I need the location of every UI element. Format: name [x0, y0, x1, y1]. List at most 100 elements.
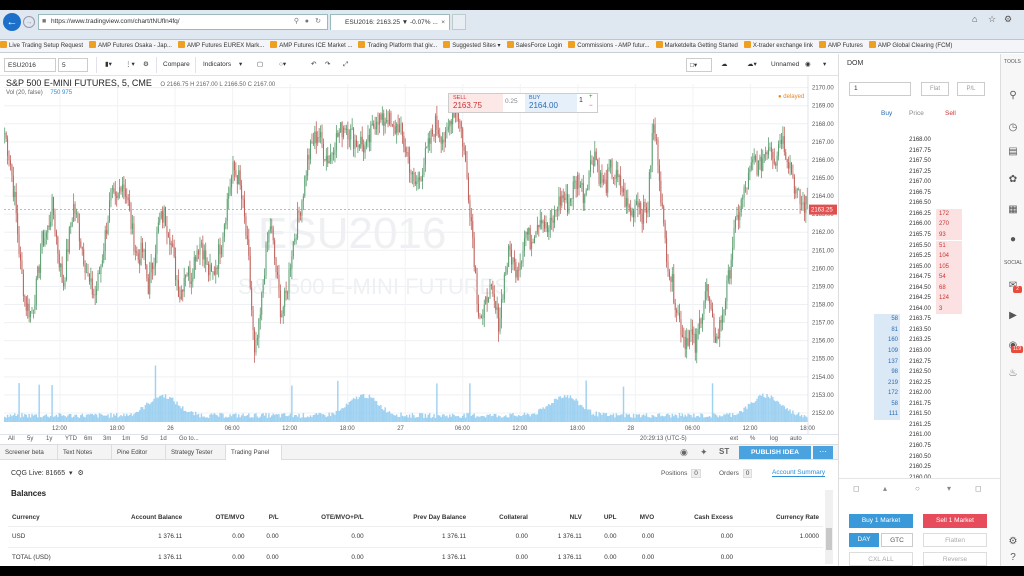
timeframe-button[interactable]: 1m — [122, 436, 130, 442]
refresh-icon[interactable]: ↻ — [315, 15, 321, 29]
favorite-link[interactable]: AMP Futures ICE Market ... — [270, 40, 352, 52]
qty-minus-icon[interactable]: − — [589, 103, 593, 109]
dom-ladder-row[interactable]: 2164.25 124 — [874, 293, 964, 304]
bar-style-icon[interactable]: ▮▾ — [102, 58, 115, 72]
dom-ladder-row[interactable]: 2164.00 3 — [874, 303, 964, 315]
tif-gtc-button[interactable]: GTC — [881, 533, 913, 547]
bottom-tab[interactable]: Trading Panel — [226, 445, 282, 460]
browser-tab-active[interactable]: ESU2016: 2163.25 ▼ -0.07% ... × — [330, 14, 450, 30]
dom-ladder-row[interactable]: 2161.50 111 — [874, 409, 964, 420]
dom-qty-input[interactable]: 1 — [849, 82, 911, 96]
settings-gear-icon[interactable]: ⚙ — [1004, 14, 1012, 25]
ideas-bulb-icon[interactable]: ● — [1007, 234, 1019, 246]
dom-ladder-row[interactable]: 2160.75 — [874, 441, 964, 452]
dom-ladder-row[interactable]: 2160.50 — [874, 452, 964, 463]
favorite-link[interactable]: AMP Futures — [818, 40, 863, 52]
clock-icon[interactable]: ◷ — [1007, 122, 1019, 134]
redo-icon[interactable]: ↷ — [322, 58, 333, 72]
dom-ladder-row[interactable]: 2167.00 — [874, 177, 964, 188]
cloud-load-icon[interactable]: ☁▾ — [744, 58, 760, 72]
dom-down-icon[interactable]: ▾ — [947, 484, 951, 493]
settings-gear-icon-rail[interactable]: ⚙ — [1007, 536, 1019, 548]
balance-column-header[interactable]: Currency — [8, 510, 87, 526]
timeframe-button[interactable]: 3m — [103, 436, 111, 442]
snapshot-camera-icon[interactable]: ◉ — [680, 447, 688, 458]
fullscreen-icon[interactable]: ▢ — [254, 58, 266, 72]
stocktwits-icon[interactable]: ST — [719, 447, 729, 456]
chart-settings-gear-icon[interactable]: ⚙ — [140, 58, 152, 72]
dom-ladder-row[interactable]: 2163.75 58 — [874, 314, 964, 325]
account-summary-tab[interactable]: Account Summary — [772, 469, 826, 477]
dom-ladder-row[interactable]: 2167.50 — [874, 156, 964, 167]
favorite-link[interactable]: AMP Futures EUREX Mark... — [177, 40, 264, 52]
panel-scrollbar[interactable] — [825, 490, 833, 564]
scale-toggle[interactable]: ext — [730, 436, 738, 442]
cloud-save-icon[interactable]: ☁ — [718, 58, 731, 72]
balance-column-header[interactable]: OTE/MVO+P/L — [283, 510, 368, 526]
timeframe-button[interactable]: 6m — [84, 436, 92, 442]
timeframe-button[interactable]: Go to... — [179, 436, 199, 442]
new-tab-button[interactable] — [452, 14, 466, 30]
dom-ladder-row[interactable]: 2165.75 93 — [874, 229, 964, 241]
dom-ladder-row[interactable]: 2167.25 — [874, 167, 964, 178]
favorite-link[interactable]: Marketdelta Getting Started — [655, 40, 738, 52]
reverse-button[interactable]: Reverse — [923, 552, 987, 566]
balance-column-header[interactable]: MVO — [620, 510, 658, 526]
more-icon[interactable]: ▾ — [820, 58, 829, 72]
dom-ladder-row[interactable]: 2167.75 — [874, 146, 964, 157]
chart-pane[interactable]: 2170.00 2169.00 2168.00 2167.00 2166.00 2165.… — [0, 76, 838, 434]
scale-toggle[interactable]: auto — [790, 436, 802, 442]
scale-toggle[interactable]: log — [770, 436, 778, 442]
bottom-tab[interactable]: Pine Editor — [112, 445, 166, 460]
favorite-link[interactable]: Trading Platform that giv... — [358, 40, 437, 52]
favorite-link[interactable]: SalesForce Login — [506, 40, 562, 52]
orders-tab[interactable]: Orders 0 — [719, 469, 753, 478]
balance-column-header[interactable]: OTE/MVO — [186, 510, 248, 526]
layout-grid-icon[interactable]: □▾ — [686, 58, 712, 72]
close-tab-icon[interactable]: × — [441, 15, 445, 30]
favorites-star-icon[interactable]: ☆ — [988, 14, 996, 25]
dom-flat-button[interactable]: Flat — [921, 82, 949, 96]
bottom-tab[interactable]: Screener beta — [0, 445, 58, 460]
dom-ladder-row[interactable]: 2160.25 — [874, 462, 964, 473]
expand-icon[interactable]: ⤢ — [340, 58, 351, 72]
cancel-all-button[interactable]: CXL ALL — [849, 552, 913, 566]
balance-column-header[interactable]: Cash Excess — [658, 510, 737, 526]
symbol-search-input[interactable]: ESU2016 — [4, 58, 56, 72]
publish-idea-button[interactable]: PUBLISH IDEA — [739, 446, 811, 459]
flatten-button[interactable]: Flatten — [923, 533, 987, 547]
watchlist-icon[interactable]: ⚲ — [1007, 90, 1019, 102]
qty-plus-icon[interactable]: + — [589, 94, 593, 100]
interval-selector[interactable]: 5 — [58, 58, 88, 72]
bottom-tab[interactable]: Text Notes — [58, 445, 112, 460]
dom-ladder-row[interactable]: 2163.25 160 — [874, 335, 964, 346]
indicators-dropdown-icon[interactable]: ▾ — [236, 58, 245, 72]
dom-ladder-row[interactable]: 2162.25 219 — [874, 377, 964, 389]
dom-ladder-row[interactable]: 2166.00 270 — [874, 219, 964, 230]
tif-day-button[interactable]: DAY — [849, 533, 879, 547]
home-icon[interactable]: ⌂ — [972, 14, 977, 24]
dom-pl-button[interactable]: P/L — [957, 82, 985, 96]
balance-column-header[interactable]: Currency Rate — [737, 510, 823, 526]
back-arrow-icon[interactable]: ← — [3, 13, 21, 31]
dom-ladder-row[interactable]: 2165.50 51 — [874, 240, 964, 251]
broker-settings-gear-icon[interactable]: ⚙ — [78, 470, 84, 477]
dom-ladder-row[interactable]: 2161.00 — [874, 430, 964, 441]
publish-more-icon[interactable]: ⋯ — [813, 446, 833, 459]
dom-ladder-row[interactable]: 2162.00 172 — [874, 388, 964, 399]
notifications-bell-icon[interactable]: ♨ — [1007, 368, 1019, 380]
dom-ladder-row[interactable]: 2162.50 98 — [874, 367, 964, 378]
price-chart[interactable]: 2170.00 2169.00 2168.00 2167.00 2166.00 2165.… — [0, 76, 838, 434]
broker-account[interactable]: CQG Live: 81665 ▾ ⚙ — [11, 469, 84, 477]
trade-quantity[interactable]: 1 — [579, 97, 583, 104]
balance-column-header[interactable]: UPL — [586, 510, 621, 526]
favorite-link[interactable]: AMP Global Clearing (FCM) — [868, 40, 952, 52]
broker-dropdown-icon[interactable]: ▾ — [69, 470, 73, 477]
layout-name[interactable]: Unnamed — [768, 58, 802, 72]
positions-tab[interactable]: Positions 0 — [661, 469, 701, 478]
camera-icon[interactable]: ◉ — [802, 58, 814, 72]
balance-column-header[interactable]: Account Balance — [87, 510, 186, 526]
undo-icon[interactable]: ↶ — [308, 58, 319, 72]
indicators-button[interactable]: Indicators — [200, 58, 234, 72]
dom-ladder-row[interactable]: 2164.50 68 — [874, 282, 964, 294]
